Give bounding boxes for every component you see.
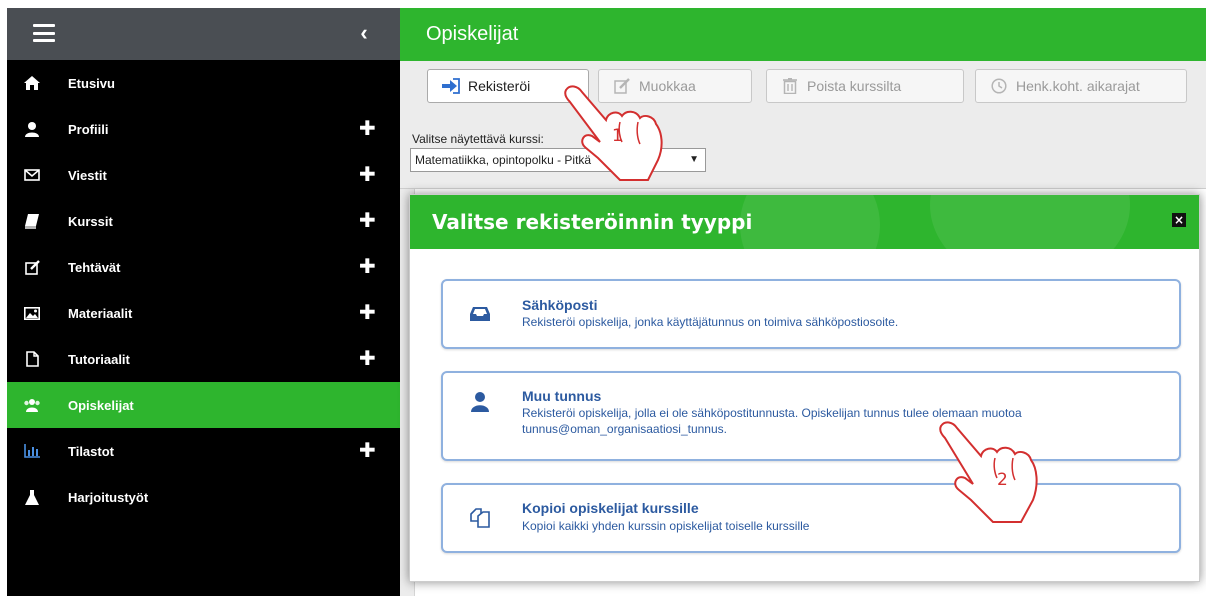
sidebar-item-profiili[interactable]: Profiili ✚ (7, 106, 400, 152)
envelope-icon (23, 166, 41, 184)
plus-icon[interactable]: ✚ (359, 349, 376, 369)
sidebar-item-etusivu[interactable]: Etusivu (7, 60, 400, 106)
plus-icon[interactable]: ✚ (359, 211, 376, 231)
option-title: Muu tunnus (522, 388, 602, 404)
plus-icon[interactable]: ✚ (359, 441, 376, 461)
trash-icon (781, 77, 799, 95)
dialog-header: Valitse rekisteröinnin tyyppi × (410, 195, 1199, 249)
sign-in-icon (442, 77, 460, 95)
sidebar-item-label: Etusivu (68, 75, 115, 91)
pointing-hand-annotation: 1 (560, 82, 670, 184)
sidebar-header: ‹ (7, 8, 400, 60)
course-select-label: Valitse näytettävä kurssi: (412, 132, 544, 146)
plus-icon[interactable]: ✚ (359, 119, 376, 139)
book-icon (23, 212, 41, 230)
sidebar-item-label: Profiili (68, 121, 109, 137)
close-icon[interactable]: × (1172, 213, 1186, 227)
user-icon (23, 120, 41, 138)
option-other-username[interactable]: Muu tunnus Rekisteröi opiskelija, jolla … (441, 371, 1181, 461)
option-description: Rekisteröi opiskelija, jolla ei ole sähk… (522, 406, 1022, 436)
register-label: Rekisteröi (468, 78, 531, 94)
image-icon (23, 304, 41, 322)
sidebar-item-opiskelijat[interactable]: Opiskelijat (7, 382, 400, 428)
caret-down-icon: ▼ (689, 154, 699, 165)
option-title: Kopioi opiskelijat kurssille (522, 500, 699, 516)
hamburger-menu-icon[interactable] (33, 24, 55, 42)
sidebar-item-label: Tilastot (68, 443, 114, 459)
sidebar-item-tilastot[interactable]: Tilastot ✚ (7, 428, 400, 474)
edit-icon (23, 258, 41, 276)
header-decoration (930, 195, 1130, 249)
sidebar-item-label: Kurssit (68, 213, 113, 229)
annotation-step-2: 2 (997, 470, 1008, 490)
inbox-icon (469, 303, 491, 325)
file-icon (23, 350, 41, 368)
page-title: Opiskelijat (400, 8, 1206, 61)
bar-chart-icon (23, 442, 41, 460)
sidebar-item-label: Viestit (68, 167, 107, 183)
pointing-hand-annotation: 2 (935, 418, 1045, 528)
sidebar-item-viestit[interactable]: Viestit ✚ (7, 152, 400, 198)
user-icon (469, 391, 491, 413)
personal-deadlines-button[interactable]: Henk.koht. aikarajat (975, 69, 1187, 103)
clock-icon (990, 77, 1008, 95)
deadlines-label: Henk.koht. aikarajat (1016, 78, 1140, 94)
sidebar-item-label: Materiaalit (68, 305, 133, 321)
remove-from-course-button[interactable]: Poista kurssilta (766, 69, 964, 103)
sidebar-item-tehtavat[interactable]: Tehtävät ✚ (7, 244, 400, 290)
toolbar: Rekisteröi Muokkaa Poista kurssilta Henk… (400, 61, 1206, 113)
registration-type-dialog: Valitse rekisteröinnin tyyppi × Sähköpos… (409, 194, 1200, 582)
sidebar-item-kurssit[interactable]: Kurssit ✚ (7, 198, 400, 244)
copy-icon (469, 507, 491, 529)
annotation-step-1: 1 (612, 126, 623, 146)
sidebar-item-label: Opiskelijat (68, 397, 134, 413)
sidebar-item-label: Tutoriaalit (68, 351, 130, 367)
option-description: Kopioi kaikki yhden kurssin opiskelijat … (522, 519, 810, 533)
remove-label: Poista kurssilta (807, 78, 902, 94)
plus-icon[interactable]: ✚ (359, 303, 376, 323)
plus-icon[interactable]: ✚ (359, 165, 376, 185)
sidebar-item-tutoriaalit[interactable]: Tutoriaalit ✚ (7, 336, 400, 382)
sidebar-item-label: Tehtävät (68, 259, 121, 275)
option-title: Sähköposti (522, 297, 598, 313)
chevron-left-icon[interactable]: ‹ (354, 20, 374, 46)
hand-pointer-icon (939, 421, 1038, 523)
sidebar-item-materiaalit[interactable]: Materiaalit ✚ (7, 290, 400, 336)
plus-icon[interactable]: ✚ (359, 257, 376, 277)
dialog-title: Valitse rekisteröinnin tyyppi (432, 210, 753, 234)
flask-icon (23, 488, 41, 506)
users-icon (23, 396, 41, 414)
header-decoration (740, 195, 880, 249)
option-description: Rekisteröi opiskelija, jonka käyttäjätun… (522, 315, 899, 329)
sidebar-item-harjoitustyot[interactable]: Harjoitustyöt (7, 474, 400, 520)
home-icon (23, 74, 41, 92)
option-copy-students[interactable]: Kopioi opiskelijat kurssille Kopioi kaik… (441, 483, 1181, 553)
sidebar-item-label: Harjoitustyöt (68, 489, 149, 505)
sidebar: ‹ Etusivu Profiili ✚ Viestit ✚ Kurssit ✚… (7, 8, 400, 596)
option-email[interactable]: Sähköposti Rekisteröi opiskelija, jonka … (441, 279, 1181, 349)
